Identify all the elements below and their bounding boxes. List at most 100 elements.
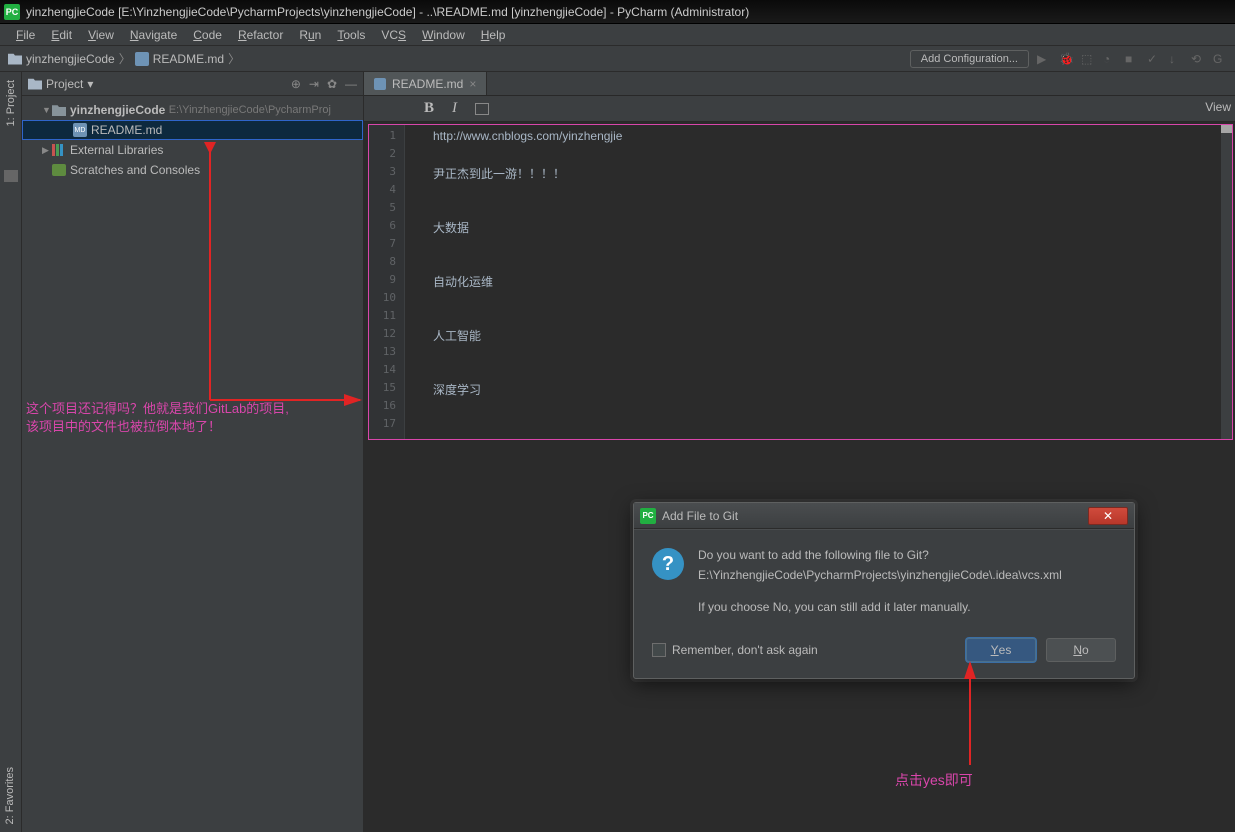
editor-tabs: README.md ×	[364, 72, 1235, 96]
code-line	[433, 147, 1220, 165]
menu-view[interactable]: View	[80, 26, 122, 44]
coverage-icon[interactable]: ⬚	[1081, 52, 1095, 66]
settings-icon[interactable]: ✿	[327, 77, 337, 91]
yes-button[interactable]: Yes	[966, 638, 1036, 662]
scrollbar-thumb[interactable]	[1221, 125, 1232, 133]
breadcrumb-file[interactable]: README.md	[135, 52, 224, 66]
favorites-tool-button[interactable]: 2: Favorites	[0, 763, 20, 828]
code-line	[433, 309, 1220, 327]
libraries-icon	[52, 144, 66, 156]
expand-arrow[interactable]: ▼	[42, 105, 52, 115]
markdown-icon: MD	[73, 123, 87, 137]
annotation-1-line2: 该项目中的文件也被拉倒本地了！	[22, 418, 363, 436]
expand-arrow[interactable]: ▶	[42, 145, 52, 156]
dialog-titlebar[interactable]: PC Add File to Git ✕	[634, 503, 1134, 529]
close-tab-icon[interactable]: ×	[469, 77, 476, 91]
pycharm-icon: PC	[640, 508, 656, 524]
hide-icon[interactable]: —	[345, 77, 357, 91]
line-number: 17	[369, 417, 404, 435]
menu-file[interactable]: File	[8, 26, 43, 44]
line-number: 1	[369, 129, 404, 147]
remember-checkbox[interactable]	[652, 643, 666, 657]
editor-view-mode[interactable]: View	[1205, 100, 1231, 114]
no-button[interactable]: No	[1046, 638, 1116, 662]
line-number: 16	[369, 399, 404, 417]
code-line: http://www.cnblogs.com/yinzhengjie	[433, 129, 1220, 147]
code-line: 尹正杰到此一游！！！！	[433, 165, 1220, 183]
tree-scratches[interactable]: Scratches and Consoles	[22, 160, 363, 180]
run-icon[interactable]: ▶	[1037, 52, 1051, 66]
project-view-dropdown[interactable]: ▾	[87, 77, 93, 91]
profile-icon[interactable]: ◔	[1103, 52, 1117, 66]
menubar: File Edit View Navigate Code Refactor Ru…	[0, 24, 1235, 46]
stop-icon[interactable]: ■	[1125, 52, 1139, 66]
project-view-label[interactable]: Project	[46, 77, 83, 91]
dialog-footer: Remember, don't ask again Yes No	[634, 628, 1134, 678]
tree-scratches-label: Scratches and Consoles	[70, 163, 200, 177]
editor-tab-readme[interactable]: README.md ×	[364, 72, 487, 95]
update-icon[interactable]: ↓	[1169, 52, 1183, 66]
breadcrumb-root[interactable]: yinzhengjieCode	[8, 52, 115, 66]
line-number: 2	[369, 147, 404, 165]
bold-button[interactable]: B	[424, 100, 434, 117]
line-number: 13	[369, 345, 404, 363]
code-line	[433, 237, 1220, 255]
structure-tool-icon[interactable]	[4, 170, 18, 182]
project-tree[interactable]: ▼ yinzhengjieCode E:\YinzhengjieCode\Pyc…	[22, 96, 363, 832]
menu-help[interactable]: Help	[473, 26, 514, 44]
code-line: 深度学习	[433, 381, 1220, 399]
menu-navigate[interactable]: Navigate	[122, 26, 185, 44]
debug-icon[interactable]: 🐞	[1059, 52, 1073, 66]
editor-scrollbar[interactable]	[1220, 125, 1232, 439]
markdown-toolbar: B I	[364, 96, 1235, 122]
tree-external-libraries[interactable]: ▶ External Libraries	[22, 140, 363, 160]
menu-vcs[interactable]: VCS	[373, 26, 414, 44]
remember-label: Remember, don't ask again	[672, 643, 818, 657]
dialog-title-text: Add File to Git	[662, 509, 738, 523]
dialog-message-line3: If you choose No, you can still add it l…	[698, 598, 1062, 616]
markdown-icon	[135, 52, 149, 66]
breadcrumb-separator: 〉	[228, 50, 240, 67]
line-number: 8	[369, 255, 404, 273]
dialog-message-path: E:\YinzhengjieCode\PycharmProjects\yinzh…	[698, 566, 1062, 584]
menu-code[interactable]: Code	[185, 26, 230, 44]
window-title: yinzhengjieCode [E:\YinzhengjieCode\Pych…	[26, 5, 749, 19]
tree-file-label: README.md	[91, 123, 162, 137]
history-icon[interactable]: ⟲	[1191, 52, 1205, 66]
line-number: 10	[369, 291, 404, 309]
question-icon: ?	[652, 548, 684, 580]
search-icon[interactable]: G	[1213, 52, 1227, 66]
add-configuration-button[interactable]: Add Configuration...	[910, 50, 1029, 68]
project-panel: Project ▾ ⊕ ⇥ ✿ — ▼ yinzhengjieCode E:\Y…	[22, 72, 364, 832]
menu-edit[interactable]: Edit	[43, 26, 80, 44]
remember-checkbox-row[interactable]: Remember, don't ask again	[652, 643, 818, 657]
menu-window[interactable]: Window	[414, 26, 473, 44]
code-line: 自动化运维	[433, 273, 1220, 291]
line-number: 14	[369, 363, 404, 381]
main: 1: Project Project ▾ ⊕ ⇥ ✿ — ▼ yinzhengj…	[0, 72, 1235, 832]
tree-root[interactable]: ▼ yinzhengjieCode E:\YinzhengjieCode\Pyc…	[22, 100, 363, 120]
folder-icon	[28, 78, 42, 90]
annotation-1-line1: 这个项目还记得吗？他就是我们GitLab的项目,	[22, 400, 363, 418]
menu-refactor[interactable]: Refactor	[230, 26, 291, 44]
locate-icon[interactable]: ⊕	[291, 77, 301, 91]
folder-icon	[52, 104, 66, 116]
project-tool-button[interactable]: 1: Project	[5, 76, 17, 130]
editor-area: README.md × B I View 1 2 3 4 5 6 7 8 9 1…	[364, 72, 1235, 832]
breadcrumb-root-label: yinzhengjieCode	[26, 52, 115, 66]
tree-file-readme[interactable]: MD README.md	[22, 120, 363, 140]
commit-icon[interactable]: ✓	[1147, 52, 1161, 66]
dialog-close-button[interactable]: ✕	[1088, 507, 1128, 525]
editor-body: 1 2 3 4 5 6 7 8 9 10 11 12 13 14 15 16 1…	[368, 124, 1233, 440]
code-line	[433, 363, 1220, 381]
code-line	[433, 399, 1220, 417]
dialog-message-line1: Do you want to add the following file to…	[698, 546, 1062, 564]
italic-button[interactable]: I	[452, 100, 457, 117]
menu-run[interactable]: Run	[291, 26, 329, 44]
insert-image-button[interactable]	[475, 103, 489, 115]
titlebar: PC yinzhengjieCode [E:\YinzhengjieCode\P…	[0, 0, 1235, 24]
collapse-icon[interactable]: ⇥	[309, 77, 319, 91]
code-area[interactable]: http://www.cnblogs.com/yinzhengjie 尹正杰到此…	[405, 125, 1220, 439]
code-line	[433, 255, 1220, 273]
menu-tools[interactable]: Tools	[329, 26, 373, 44]
